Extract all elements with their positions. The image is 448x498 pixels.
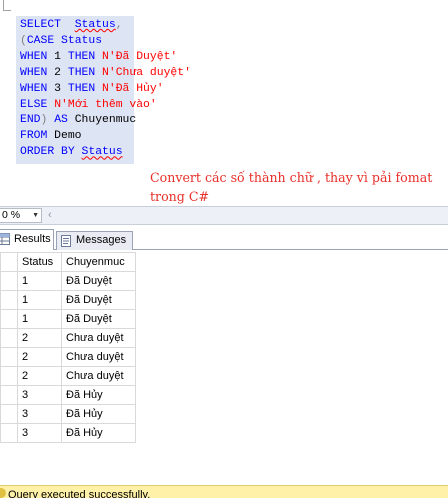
cell-status[interactable]: 3 xyxy=(17,404,62,424)
code-token: Status xyxy=(81,146,123,159)
grid-header-row: Status Chuyenmuc xyxy=(0,252,136,272)
cell-status[interactable]: 3 xyxy=(17,385,62,405)
cell-status[interactable]: 2 xyxy=(17,328,62,348)
tab-messages[interactable]: Messages xyxy=(56,231,133,250)
code-token: ELSE xyxy=(20,98,48,111)
table-row[interactable]: 2 Chưa duyệt xyxy=(0,328,136,348)
table-row[interactable]: 3 Đã Hủy xyxy=(0,404,136,424)
tab-results-label: Results xyxy=(14,233,51,245)
row-header[interactable] xyxy=(0,290,18,310)
cell-status[interactable]: 1 xyxy=(17,290,62,310)
table-row[interactable]: 3 Đã Hủy xyxy=(0,385,136,405)
code-token: THEN xyxy=(67,50,96,63)
table-row[interactable]: 2 Chưa duyệt xyxy=(0,366,136,386)
results-tabs: Results Messages xyxy=(0,226,448,250)
code-token: CASE xyxy=(26,34,55,47)
code-token: ( xyxy=(20,34,27,47)
messages-icon xyxy=(61,235,71,247)
code-token: Chuyenmuc xyxy=(67,114,137,127)
code-token: 2 xyxy=(47,66,68,79)
cell-status[interactable]: 2 xyxy=(17,366,62,386)
tab-results[interactable]: Results xyxy=(0,229,54,250)
code-token: Status xyxy=(61,34,103,47)
annotation-note: Convert các số thành chữ , thay vì pải f… xyxy=(150,170,433,204)
row-header[interactable] xyxy=(0,347,18,367)
cell-chuyenmuc[interactable]: Đã Duyệt xyxy=(61,271,136,291)
code-token: N'Đã Duyệt' xyxy=(102,50,178,63)
code-token: WHEN xyxy=(20,50,48,63)
row-header[interactable] xyxy=(0,271,18,291)
cell-chuyenmuc[interactable]: Đã Hủy xyxy=(61,423,136,443)
zoom-select[interactable]: 0 % ▼ xyxy=(0,208,42,223)
row-header[interactable] xyxy=(0,328,18,348)
code-token: N'Chưa duyệt' xyxy=(102,66,191,79)
zoom-value: 0 % xyxy=(2,209,21,221)
code-token: SELECT xyxy=(20,19,62,31)
code-token: 3 xyxy=(47,82,68,95)
table-row[interactable]: 2 Chưa duyệt xyxy=(0,347,136,367)
tab-messages-label: Messages xyxy=(76,234,127,246)
scroll-left-icon[interactable]: ‹ xyxy=(48,209,52,221)
table-row[interactable]: 1 Đã Duyệt xyxy=(0,309,136,329)
row-header[interactable] xyxy=(0,366,18,386)
cell-status[interactable]: 1 xyxy=(17,271,62,291)
code-token: Demo xyxy=(47,130,82,143)
cell-chuyenmuc[interactable]: Chưa duyệt xyxy=(61,347,136,367)
code-token: 1 xyxy=(47,50,68,63)
cell-chuyenmuc[interactable]: Chưa duyệt xyxy=(61,328,136,348)
column-header-chuyenmuc[interactable]: Chuyenmuc xyxy=(61,252,136,272)
cell-chuyenmuc[interactable]: Đã Hủy xyxy=(61,385,136,405)
code-token: N'Đã Hủy' xyxy=(102,82,164,95)
sql-editor[interactable]: SELECT Status, (CASE Status WHEN 1 THEN … xyxy=(0,0,448,206)
row-header[interactable] xyxy=(0,423,18,443)
row-header[interactable] xyxy=(0,404,18,424)
row-header[interactable] xyxy=(0,385,18,405)
code-token: FROM xyxy=(20,130,48,143)
code-token: END xyxy=(20,114,41,127)
grid-icon xyxy=(0,233,10,245)
row-header-corner[interactable] xyxy=(0,252,18,272)
cell-chuyenmuc[interactable]: Đã Hủy xyxy=(61,404,136,424)
cell-chuyenmuc[interactable]: Đã Duyệt xyxy=(61,309,136,329)
dropdown-arrow-icon[interactable]: ▼ xyxy=(32,209,39,222)
table-row[interactable]: 1 Đã Duyệt xyxy=(0,271,136,291)
sql-code[interactable]: SELECT Status, (CASE Status WHEN 1 THEN … xyxy=(20,18,191,161)
code-token: N'Mới thêm vào' xyxy=(54,98,157,111)
code-token: WHEN xyxy=(20,66,48,79)
code-token: ORDER BY xyxy=(20,146,75,159)
cell-chuyenmuc[interactable]: Chưa duyệt xyxy=(61,366,136,386)
cell-status[interactable]: 2 xyxy=(17,347,62,367)
code-token: , xyxy=(115,19,123,31)
code-token: THEN xyxy=(67,82,96,95)
column-header-status[interactable]: Status xyxy=(17,252,62,272)
code-token: THEN xyxy=(67,66,96,79)
table-row[interactable]: 3 Đã Hủy xyxy=(0,423,136,443)
code-token: WHEN xyxy=(20,82,48,95)
cell-status[interactable]: 1 xyxy=(17,309,62,329)
code-token: AS xyxy=(54,114,68,127)
zoom-bar: 0 % ▼ ‹ xyxy=(0,206,448,225)
results-grid[interactable]: Status Chuyenmuc 1 Đã Duyệt 1 Đã Duyệt 1 Đã D… xyxy=(0,252,136,443)
cell-status[interactable]: 3 xyxy=(17,423,62,443)
cell-chuyenmuc[interactable]: Đã Duyệt xyxy=(61,290,136,310)
row-header[interactable] xyxy=(0,309,18,329)
collapse-marker-icon[interactable] xyxy=(3,0,11,11)
table-row[interactable]: 1 Đã Duyệt xyxy=(0,290,136,310)
code-token: Status xyxy=(74,19,116,31)
status-bar: Query executed successfully. xyxy=(0,485,448,498)
editor-gutter xyxy=(0,0,14,206)
